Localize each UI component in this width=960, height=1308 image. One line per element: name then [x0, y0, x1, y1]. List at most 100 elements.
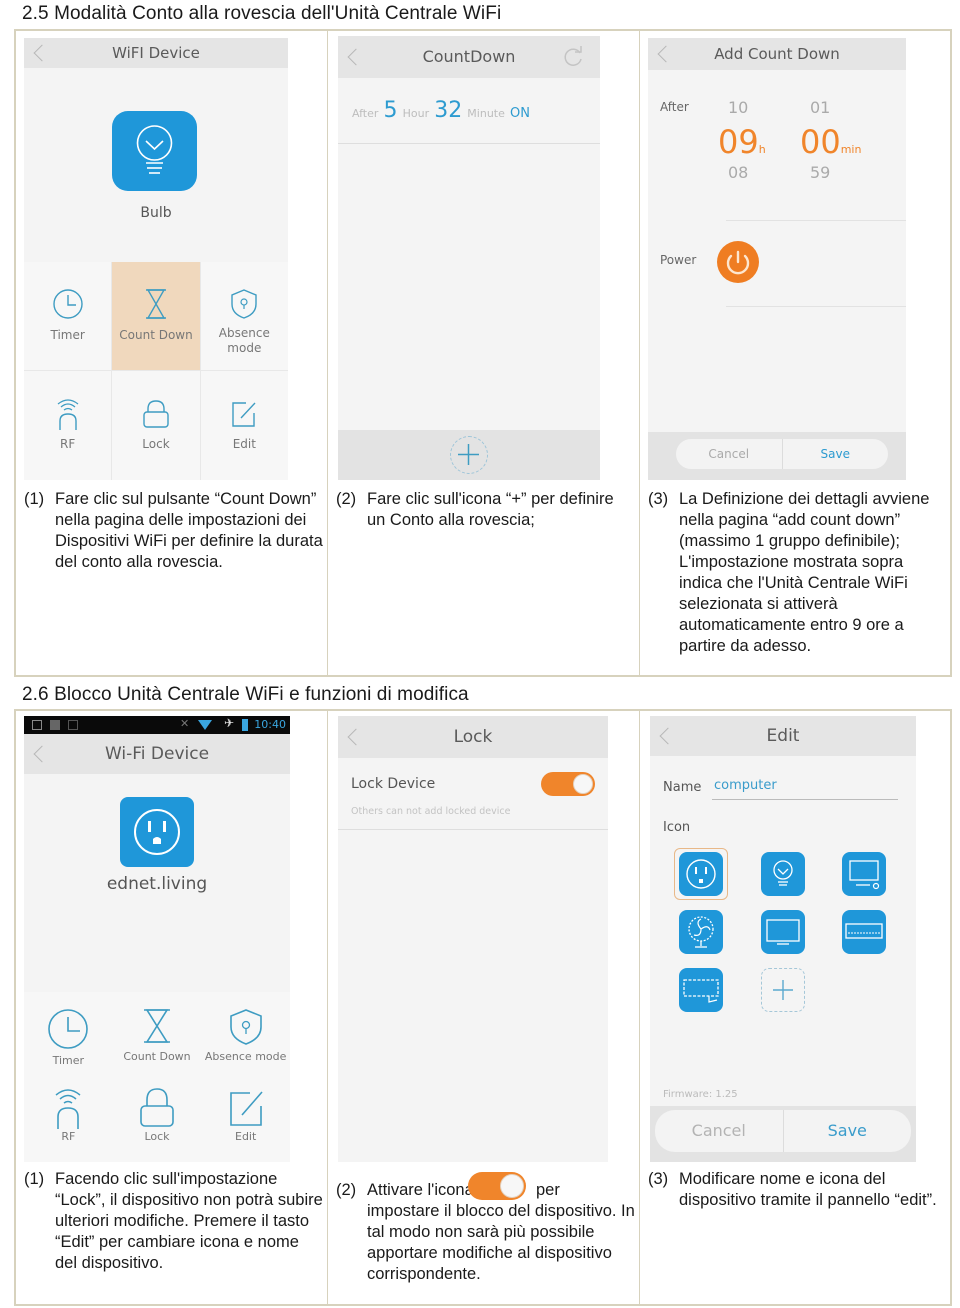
caption-step-3: (3) Modificare nome e icona del disposit… — [648, 1169, 948, 1211]
screen-wifi-device: WiFI Device Bulb Timer Count Down Absenc… — [24, 38, 288, 480]
function-rf[interactable]: RF — [24, 1078, 113, 1162]
edit-icon — [232, 402, 256, 427]
back-icon[interactable] — [33, 745, 51, 763]
back-icon[interactable] — [347, 48, 365, 66]
notification-icon — [50, 720, 60, 730]
minutes-value: 32 — [434, 98, 463, 123]
tv-icon — [766, 919, 800, 945]
function-lock[interactable]: Lock — [112, 371, 200, 480]
refresh-icon[interactable] — [562, 46, 584, 68]
name-label: Name — [663, 780, 702, 795]
firmware-version: Firmware: 1.25 — [663, 1089, 738, 1100]
lock-device-toggle[interactable] — [541, 772, 595, 796]
caption-text-line1: Attivare l'icona per — [336, 1172, 636, 1201]
back-icon[interactable] — [33, 44, 51, 62]
minutes-prev: 01 — [810, 98, 831, 117]
function-grid: Timer Count Down Absence mode RF Lock Ed… — [24, 992, 290, 1162]
notification-icon — [68, 720, 78, 730]
function-rf[interactable]: RF — [24, 371, 112, 480]
function-lock[interactable]: Lock — [112, 1078, 202, 1162]
function-label: Edit — [235, 1130, 257, 1143]
hourglass-icon — [143, 1009, 170, 1043]
hours-current: 09 — [718, 123, 759, 161]
screen-add-countdown: Add Count Down After 10 09h 08 01 00min … — [648, 38, 906, 480]
hours-picker[interactable]: 10 09h 08 — [718, 98, 778, 182]
nav-title: WiFI Device — [112, 44, 200, 62]
divider — [639, 711, 640, 1304]
lock-hint: Others can not add locked device — [351, 806, 511, 817]
cancel-button[interactable]: Cancel — [655, 1110, 783, 1152]
screen-lock: Lock Lock Device Others can not add lock… — [338, 716, 608, 1162]
divider — [327, 31, 328, 675]
hour-label: Hour — [402, 107, 430, 120]
cancel-button[interactable]: Cancel — [676, 439, 782, 469]
function-label: RF — [61, 1130, 76, 1143]
save-button[interactable]: Save — [783, 439, 889, 469]
hours-value: 5 — [383, 98, 398, 123]
icon-option-computer[interactable] — [842, 852, 886, 896]
nav-bar: Lock — [338, 716, 608, 758]
function-count-down[interactable]: Count Down — [112, 262, 200, 370]
function-absence-mode[interactable]: Absence mode — [200, 262, 288, 370]
nav-bar: CountDown — [338, 36, 600, 78]
caption-number: (1) — [24, 490, 45, 508]
power-icon — [726, 250, 750, 275]
icon-option-fan[interactable] — [679, 910, 723, 954]
caption-number: (3) — [648, 490, 669, 508]
add-countdown-button[interactable] — [450, 436, 488, 474]
nav-title: Edit — [766, 726, 800, 746]
countdown-entry[interactable]: After 5 Hour 32 Minute ON — [338, 78, 600, 144]
label-line: Absence — [218, 326, 270, 340]
divider — [327, 711, 328, 1304]
toggle-inline-icon — [468, 1172, 526, 1200]
power-button[interactable] — [717, 241, 759, 283]
edit-icon — [229, 1091, 263, 1126]
bulb-icon[interactable] — [112, 111, 197, 191]
bulb-icon — [773, 860, 793, 886]
minutes-picker[interactable]: 01 00min 59 — [800, 98, 880, 182]
minutes-unit: min — [840, 143, 862, 156]
label-line: mode — [227, 341, 262, 355]
device-name: ednet.living — [106, 874, 208, 894]
fan-icon — [688, 916, 714, 948]
function-timer[interactable]: Timer — [24, 262, 112, 370]
notification-icon — [32, 720, 42, 730]
icon-option-air-conditioner[interactable] — [842, 910, 886, 954]
icon-option-heater[interactable] — [679, 968, 723, 1012]
state-label: ON — [509, 106, 530, 121]
function-count-down[interactable]: Count Down — [112, 992, 202, 1078]
section-title-countdown: 2.5 Modalità Conto alla rovescia dell'Un… — [22, 3, 502, 24]
back-icon[interactable] — [347, 728, 365, 746]
section-title-lock-edit: 2.6 Blocco Unità Centrale WiFi e funzion… — [22, 684, 469, 705]
caption-step-1: (1) Fare clic sul pulsante “Count Down” … — [24, 489, 324, 573]
function-absence-mode[interactable]: Absence mode — [201, 992, 290, 1078]
function-label: Edit — [232, 437, 256, 451]
caption-text: Facendo clic sull'impostazione “Lock”, i… — [55, 1170, 323, 1272]
function-timer[interactable]: Timer — [24, 992, 113, 1078]
heater-icon — [683, 979, 719, 1003]
icon-option-bulb[interactable] — [761, 852, 805, 896]
power-socket-icon — [686, 859, 716, 889]
icon-option-power-socket[interactable] — [679, 852, 723, 896]
minutes-current: 00 — [800, 123, 841, 161]
save-button[interactable]: Save — [784, 1110, 912, 1152]
function-edit[interactable]: Edit — [201, 1078, 290, 1162]
mute-icon: ✕ — [180, 717, 190, 730]
lock-device-row: Lock Device Others can not add locked de… — [338, 758, 608, 830]
function-edit[interactable]: Edit — [200, 371, 288, 480]
back-icon[interactable] — [657, 45, 675, 63]
power-label: Power — [660, 253, 697, 267]
add-icon-button[interactable] — [761, 968, 805, 1012]
caption-number: (1) — [24, 1170, 45, 1188]
nav-bar: Wi-Fi Device — [24, 734, 290, 774]
function-label: Lock — [142, 437, 170, 451]
name-input[interactable]: computer — [712, 778, 898, 800]
status-bar: ✕ ✈ 10:40 — [24, 716, 290, 734]
back-icon[interactable] — [659, 727, 677, 745]
icon-option-tv[interactable] — [761, 910, 805, 954]
battery-icon — [242, 719, 248, 731]
toggle-knob — [500, 1174, 524, 1198]
power-socket-icon[interactable] — [120, 797, 194, 867]
hours-unit: h — [758, 143, 766, 156]
divider — [726, 220, 906, 221]
